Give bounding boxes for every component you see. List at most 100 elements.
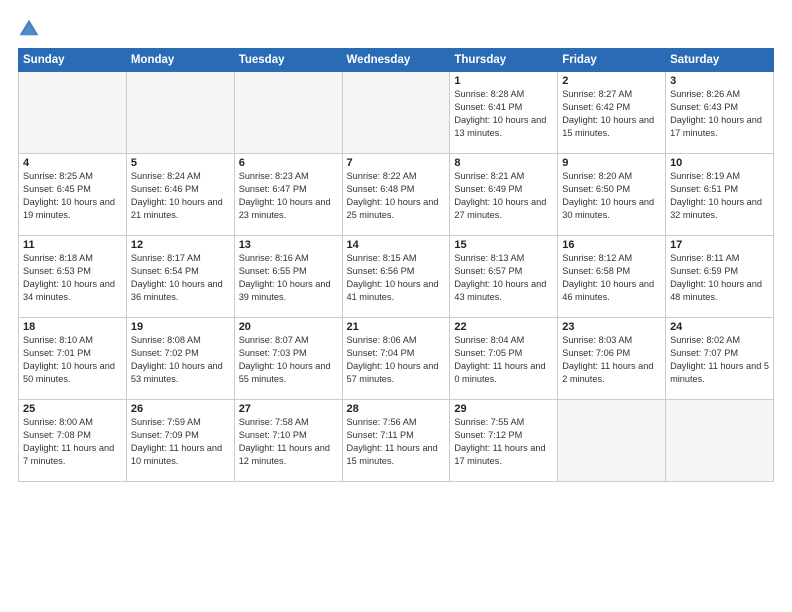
calendar-cell: 17Sunrise: 8:11 AM Sunset: 6:59 PM Dayli… (666, 236, 774, 318)
calendar-cell: 15Sunrise: 8:13 AM Sunset: 6:57 PM Dayli… (450, 236, 558, 318)
weekday-header-monday: Monday (126, 49, 234, 72)
day-detail: Sunrise: 8:15 AM Sunset: 6:56 PM Dayligh… (347, 252, 446, 304)
calendar-cell: 25Sunrise: 8:00 AM Sunset: 7:08 PM Dayli… (19, 400, 127, 482)
day-detail: Sunrise: 7:59 AM Sunset: 7:09 PM Dayligh… (131, 416, 230, 468)
day-detail: Sunrise: 8:06 AM Sunset: 7:04 PM Dayligh… (347, 334, 446, 386)
week-row-4: 18Sunrise: 8:10 AM Sunset: 7:01 PM Dayli… (19, 318, 774, 400)
week-row-2: 4Sunrise: 8:25 AM Sunset: 6:45 PM Daylig… (19, 154, 774, 236)
day-number: 28 (347, 403, 446, 415)
week-row-1: 1Sunrise: 8:28 AM Sunset: 6:41 PM Daylig… (19, 72, 774, 154)
calendar-cell: 4Sunrise: 8:25 AM Sunset: 6:45 PM Daylig… (19, 154, 127, 236)
day-detail: Sunrise: 7:58 AM Sunset: 7:10 PM Dayligh… (239, 416, 338, 468)
day-detail: Sunrise: 8:25 AM Sunset: 6:45 PM Dayligh… (23, 170, 122, 222)
day-detail: Sunrise: 8:22 AM Sunset: 6:48 PM Dayligh… (347, 170, 446, 222)
calendar-cell: 2Sunrise: 8:27 AM Sunset: 6:42 PM Daylig… (558, 72, 666, 154)
day-number: 8 (454, 157, 553, 169)
calendar-cell (126, 72, 234, 154)
day-detail: Sunrise: 8:18 AM Sunset: 6:53 PM Dayligh… (23, 252, 122, 304)
calendar-cell: 28Sunrise: 7:56 AM Sunset: 7:11 PM Dayli… (342, 400, 450, 482)
day-detail: Sunrise: 8:00 AM Sunset: 7:08 PM Dayligh… (23, 416, 122, 468)
day-number: 15 (454, 239, 553, 251)
day-detail: Sunrise: 8:11 AM Sunset: 6:59 PM Dayligh… (670, 252, 769, 304)
day-number: 11 (23, 239, 122, 251)
calendar-cell: 3Sunrise: 8:26 AM Sunset: 6:43 PM Daylig… (666, 72, 774, 154)
day-detail: Sunrise: 8:27 AM Sunset: 6:42 PM Dayligh… (562, 88, 661, 140)
day-number: 6 (239, 157, 338, 169)
weekday-header-thursday: Thursday (450, 49, 558, 72)
day-number: 18 (23, 321, 122, 333)
weekday-header-friday: Friday (558, 49, 666, 72)
day-detail: Sunrise: 8:03 AM Sunset: 7:06 PM Dayligh… (562, 334, 661, 386)
weekday-header-tuesday: Tuesday (234, 49, 342, 72)
day-detail: Sunrise: 8:23 AM Sunset: 6:47 PM Dayligh… (239, 170, 338, 222)
day-detail: Sunrise: 8:08 AM Sunset: 7:02 PM Dayligh… (131, 334, 230, 386)
day-number: 12 (131, 239, 230, 251)
calendar-cell: 5Sunrise: 8:24 AM Sunset: 6:46 PM Daylig… (126, 154, 234, 236)
calendar-cell (234, 72, 342, 154)
logo-icon (18, 18, 40, 40)
calendar-cell: 29Sunrise: 7:55 AM Sunset: 7:12 PM Dayli… (450, 400, 558, 482)
header (18, 18, 774, 40)
weekday-header-sunday: Sunday (19, 49, 127, 72)
day-detail: Sunrise: 8:20 AM Sunset: 6:50 PM Dayligh… (562, 170, 661, 222)
calendar-cell: 6Sunrise: 8:23 AM Sunset: 6:47 PM Daylig… (234, 154, 342, 236)
calendar-cell (342, 72, 450, 154)
day-number: 10 (670, 157, 769, 169)
calendar-cell: 9Sunrise: 8:20 AM Sunset: 6:50 PM Daylig… (558, 154, 666, 236)
day-number: 20 (239, 321, 338, 333)
weekday-header-wednesday: Wednesday (342, 49, 450, 72)
day-number: 23 (562, 321, 661, 333)
day-number: 2 (562, 75, 661, 87)
weekday-header-saturday: Saturday (666, 49, 774, 72)
day-number: 27 (239, 403, 338, 415)
day-number: 14 (347, 239, 446, 251)
day-number: 17 (670, 239, 769, 251)
day-number: 29 (454, 403, 553, 415)
day-number: 19 (131, 321, 230, 333)
week-row-3: 11Sunrise: 8:18 AM Sunset: 6:53 PM Dayli… (19, 236, 774, 318)
day-number: 25 (23, 403, 122, 415)
day-detail: Sunrise: 8:28 AM Sunset: 6:41 PM Dayligh… (454, 88, 553, 140)
calendar-cell: 27Sunrise: 7:58 AM Sunset: 7:10 PM Dayli… (234, 400, 342, 482)
day-detail: Sunrise: 8:02 AM Sunset: 7:07 PM Dayligh… (670, 334, 769, 386)
day-number: 13 (239, 239, 338, 251)
day-number: 22 (454, 321, 553, 333)
day-detail: Sunrise: 8:04 AM Sunset: 7:05 PM Dayligh… (454, 334, 553, 386)
calendar-cell: 12Sunrise: 8:17 AM Sunset: 6:54 PM Dayli… (126, 236, 234, 318)
day-detail: Sunrise: 8:16 AM Sunset: 6:55 PM Dayligh… (239, 252, 338, 304)
day-detail: Sunrise: 7:56 AM Sunset: 7:11 PM Dayligh… (347, 416, 446, 468)
calendar-cell: 22Sunrise: 8:04 AM Sunset: 7:05 PM Dayli… (450, 318, 558, 400)
day-detail: Sunrise: 8:10 AM Sunset: 7:01 PM Dayligh… (23, 334, 122, 386)
calendar-cell: 16Sunrise: 8:12 AM Sunset: 6:58 PM Dayli… (558, 236, 666, 318)
calendar-cell: 7Sunrise: 8:22 AM Sunset: 6:48 PM Daylig… (342, 154, 450, 236)
logo (18, 18, 44, 40)
calendar-cell: 26Sunrise: 7:59 AM Sunset: 7:09 PM Dayli… (126, 400, 234, 482)
day-number: 5 (131, 157, 230, 169)
day-detail: Sunrise: 8:24 AM Sunset: 6:46 PM Dayligh… (131, 170, 230, 222)
day-detail: Sunrise: 8:13 AM Sunset: 6:57 PM Dayligh… (454, 252, 553, 304)
day-detail: Sunrise: 8:21 AM Sunset: 6:49 PM Dayligh… (454, 170, 553, 222)
calendar-cell: 18Sunrise: 8:10 AM Sunset: 7:01 PM Dayli… (19, 318, 127, 400)
calendar-cell: 10Sunrise: 8:19 AM Sunset: 6:51 PM Dayli… (666, 154, 774, 236)
day-detail: Sunrise: 7:55 AM Sunset: 7:12 PM Dayligh… (454, 416, 553, 468)
day-detail: Sunrise: 8:12 AM Sunset: 6:58 PM Dayligh… (562, 252, 661, 304)
calendar-cell: 19Sunrise: 8:08 AM Sunset: 7:02 PM Dayli… (126, 318, 234, 400)
day-number: 1 (454, 75, 553, 87)
calendar-cell: 11Sunrise: 8:18 AM Sunset: 6:53 PM Dayli… (19, 236, 127, 318)
calendar-cell: 20Sunrise: 8:07 AM Sunset: 7:03 PM Dayli… (234, 318, 342, 400)
calendar-table: SundayMondayTuesdayWednesdayThursdayFrid… (18, 48, 774, 482)
day-detail: Sunrise: 8:19 AM Sunset: 6:51 PM Dayligh… (670, 170, 769, 222)
page: SundayMondayTuesdayWednesdayThursdayFrid… (0, 0, 792, 612)
day-number: 7 (347, 157, 446, 169)
day-detail: Sunrise: 8:17 AM Sunset: 6:54 PM Dayligh… (131, 252, 230, 304)
calendar-body: 1Sunrise: 8:28 AM Sunset: 6:41 PM Daylig… (19, 72, 774, 482)
day-number: 9 (562, 157, 661, 169)
calendar-cell (558, 400, 666, 482)
calendar-cell: 14Sunrise: 8:15 AM Sunset: 6:56 PM Dayli… (342, 236, 450, 318)
week-row-5: 25Sunrise: 8:00 AM Sunset: 7:08 PM Dayli… (19, 400, 774, 482)
day-number: 26 (131, 403, 230, 415)
weekday-header-row: SundayMondayTuesdayWednesdayThursdayFrid… (19, 49, 774, 72)
day-number: 3 (670, 75, 769, 87)
calendar-cell (19, 72, 127, 154)
day-detail: Sunrise: 8:26 AM Sunset: 6:43 PM Dayligh… (670, 88, 769, 140)
